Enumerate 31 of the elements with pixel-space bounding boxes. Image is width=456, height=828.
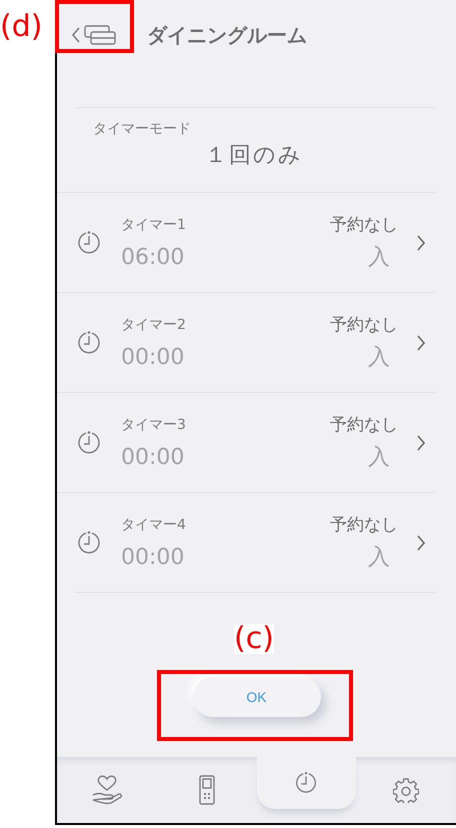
ok-button[interactable]: OK — [192, 677, 320, 717]
room-title: ダイニングルーム — [147, 22, 307, 48]
timer-time: 00:00 — [121, 444, 184, 470]
settings-icon — [393, 777, 420, 803]
reservation-status: 予約なし — [330, 514, 398, 536]
timer-mode-value: １回のみ — [205, 142, 303, 170]
power-action: 入 — [368, 444, 390, 472]
reservation-status: 予約なし — [330, 414, 398, 436]
chevron-right-icon[interactable] — [416, 234, 426, 252]
timer-time: 00:00 — [121, 544, 184, 570]
chevron-right-icon[interactable] — [416, 434, 426, 452]
back-icon — [71, 26, 81, 44]
remote-icon — [198, 775, 215, 805]
timer-mode-label: タイマーモード — [93, 120, 191, 138]
power-action: 入 — [368, 544, 390, 572]
chevron-right-icon[interactable] — [416, 534, 426, 552]
reservation-status: 予約なし — [330, 214, 398, 236]
air-conditioner-icon — [83, 24, 117, 46]
annotation-label: (d) — [0, 12, 42, 42]
timer-name: タイマー2 — [121, 316, 186, 334]
power-action: 入 — [368, 244, 390, 272]
timer-time: 06:00 — [121, 244, 184, 270]
chevron-right-icon[interactable] — [416, 334, 426, 352]
timer-name: タイマー4 — [121, 516, 186, 534]
annotation-label: (c) — [234, 624, 274, 654]
back-button[interactable] — [71, 24, 117, 46]
timer-name: タイマー1 — [121, 216, 186, 234]
timer-time: 00:00 — [121, 344, 184, 370]
power-action: 入 — [368, 344, 390, 372]
reservation-status: 予約なし — [330, 314, 398, 336]
timer-name: タイマー3 — [121, 416, 186, 434]
